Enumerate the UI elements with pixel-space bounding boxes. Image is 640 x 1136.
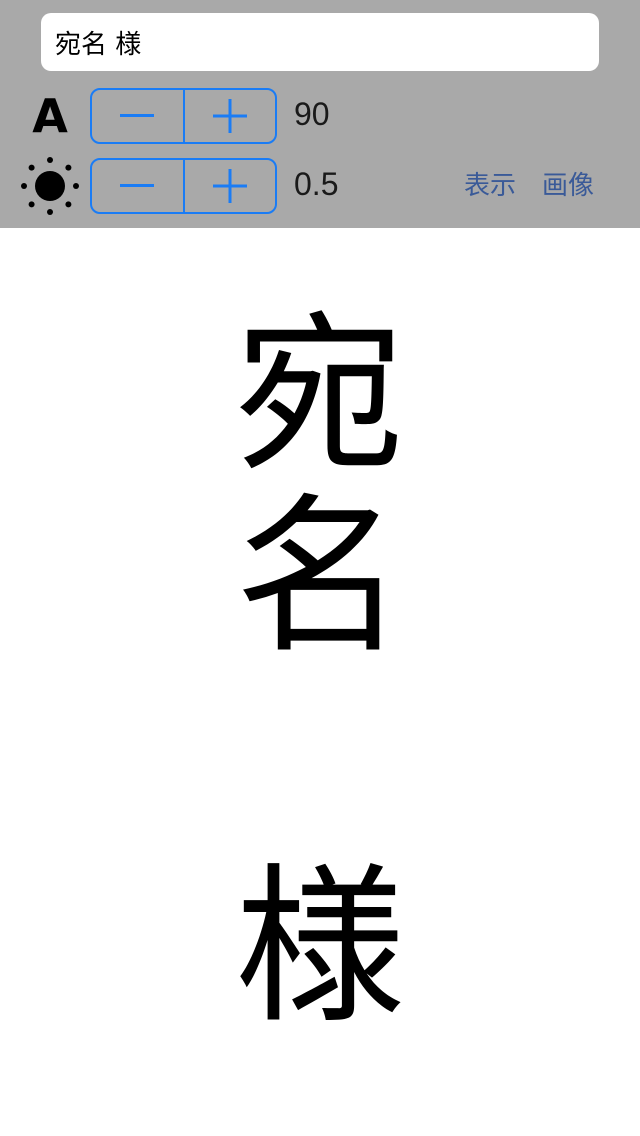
preview-char: 様	[234, 849, 405, 1047]
font-size-increase-button[interactable]	[185, 90, 276, 142]
text-input[interactable]	[41, 13, 599, 71]
font-size-value: 90	[294, 96, 330, 132]
brightness-increase-button[interactable]	[185, 160, 276, 212]
brightness-value: 0.5	[294, 166, 339, 202]
image-button[interactable]: 画像	[542, 165, 594, 202]
brightness-decrease-button[interactable]	[92, 160, 185, 212]
plus-icon	[212, 99, 247, 133]
preview-char: 宛	[234, 297, 405, 495]
minus-icon	[120, 114, 155, 117]
preview-char: 名	[234, 479, 405, 677]
minus-icon	[120, 184, 155, 187]
brightness-icon	[21, 157, 79, 215]
font-size-icon: A	[32, 89, 68, 143]
font-size-decrease-button[interactable]	[92, 90, 185, 142]
font-size-stepper	[90, 88, 277, 144]
plus-icon	[212, 169, 247, 203]
show-button[interactable]: 表示	[464, 165, 516, 202]
vertical-text-preview: 宛 名 様	[0, 228, 640, 1136]
brightness-stepper	[90, 158, 277, 214]
toolbar: A 90 0.5 表示 画像	[0, 0, 640, 228]
